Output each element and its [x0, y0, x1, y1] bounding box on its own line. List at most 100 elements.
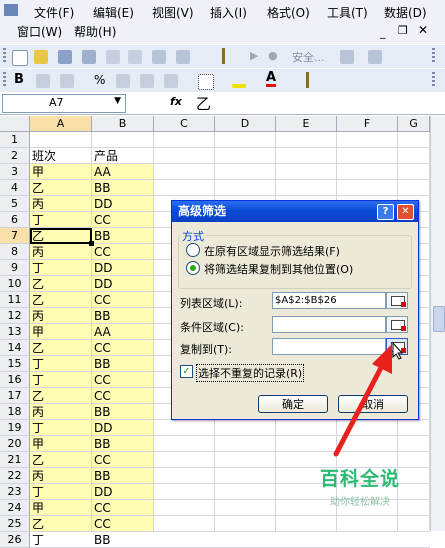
- row-header[interactable]: 3: [0, 164, 30, 180]
- toolbar-grip[interactable]: [3, 48, 6, 64]
- chart-icon[interactable]: [152, 50, 166, 64]
- row-header[interactable]: 23: [0, 484, 30, 500]
- ok-button[interactable]: 确定: [258, 395, 328, 413]
- row-header[interactable]: 22: [0, 468, 30, 484]
- menu-data[interactable]: 数据(D): [384, 4, 427, 21]
- row-header[interactable]: 10: [0, 276, 30, 292]
- row-header[interactable]: 2: [0, 148, 30, 164]
- security-button[interactable]: 安全...: [292, 49, 325, 65]
- toolbar-grip-4[interactable]: [3, 72, 6, 88]
- cell-product[interactable]: BB: [92, 356, 154, 372]
- toolbar-grip-2[interactable]: [222, 48, 225, 64]
- list-range-collapse-button[interactable]: [386, 292, 408, 309]
- row-header[interactable]: 6: [0, 212, 30, 228]
- sort-desc-icon[interactable]: [128, 50, 142, 64]
- tool2-icon[interactable]: [368, 50, 382, 64]
- row-header[interactable]: 13: [0, 324, 30, 340]
- row-header[interactable]: 15: [0, 356, 30, 372]
- row-header[interactable]: 18: [0, 404, 30, 420]
- cell-shift[interactable]: 丁: [30, 532, 92, 548]
- cell-product[interactable]: CC: [92, 500, 154, 516]
- menu-window[interactable]: 窗口(W): [17, 23, 62, 40]
- cell-shift[interactable]: 丙: [30, 308, 92, 324]
- cell-shift[interactable]: 丁: [30, 372, 92, 388]
- vertical-scrollbar[interactable]: [430, 116, 445, 531]
- menu-format[interactable]: 格式(O): [267, 4, 310, 21]
- cell-shift[interactable]: 丙: [30, 244, 92, 260]
- radio-display-in-place[interactable]: [186, 243, 200, 257]
- criteria-range-collapse-button[interactable]: [386, 316, 408, 333]
- bold-icon[interactable]: B: [14, 72, 24, 87]
- cell-product[interactable]: BB: [92, 436, 154, 452]
- borders-icon[interactable]: [198, 74, 214, 90]
- row-header[interactable]: 19: [0, 420, 30, 436]
- cell-shift[interactable]: 丁: [30, 260, 92, 276]
- menu-file[interactable]: 文件(F): [34, 4, 74, 21]
- menu-view[interactable]: 视图(V): [152, 4, 194, 21]
- cell-product[interactable]: CC: [92, 388, 154, 404]
- toolbar-grip-5[interactable]: [306, 72, 309, 88]
- cell-product[interactable]: CC: [92, 340, 154, 356]
- chevron-down-icon[interactable]: ▼: [114, 96, 121, 106]
- cell-shift[interactable]: 丁: [30, 420, 92, 436]
- row-header[interactable]: 26: [0, 532, 30, 548]
- criteria-range-input[interactable]: [272, 316, 386, 333]
- cell-shift[interactable]: 丙: [30, 196, 92, 212]
- save-icon[interactable]: [58, 50, 72, 64]
- tool-icon[interactable]: [340, 50, 354, 64]
- unique-records-checkbox[interactable]: ✓: [180, 365, 193, 378]
- fill-handle[interactable]: [89, 241, 94, 246]
- cell-shift[interactable]: 乙: [30, 292, 92, 308]
- cell-shift[interactable]: 甲: [30, 164, 92, 180]
- column-header-b[interactable]: B: [92, 116, 154, 132]
- option-display-in-place[interactable]: 在原有区域显示筛选结果(F): [204, 243, 340, 259]
- toolbar-grip-6[interactable]: [432, 72, 435, 88]
- cell-product[interactable]: [92, 132, 154, 148]
- close-icon[interactable]: ✕: [418, 23, 428, 37]
- fill-color-icon[interactable]: [232, 74, 246, 88]
- align-center-icon[interactable]: [60, 74, 74, 88]
- menu-tools[interactable]: 工具(T): [327, 4, 368, 21]
- percent-icon[interactable]: %: [94, 73, 105, 87]
- cell-shift[interactable]: 丁: [30, 356, 92, 372]
- cell-shift[interactable]: [30, 132, 92, 148]
- align-left-icon[interactable]: [36, 74, 50, 88]
- cell-shift[interactable]: 乙: [30, 388, 92, 404]
- cell-product[interactable]: BB: [92, 468, 154, 484]
- cell-shift[interactable]: 丙: [30, 404, 92, 420]
- row-header[interactable]: 11: [0, 292, 30, 308]
- fx-label[interactable]: fx: [170, 95, 182, 108]
- row-header[interactable]: 5: [0, 196, 30, 212]
- cell-product[interactable]: BB: [92, 404, 154, 420]
- workbook-icon[interactable]: [4, 4, 18, 16]
- close-icon[interactable]: ✕: [397, 204, 414, 220]
- row-header[interactable]: 24: [0, 500, 30, 516]
- cell-product[interactable]: 产品: [92, 148, 154, 164]
- cell-product[interactable]: CC: [92, 212, 154, 228]
- column-header-a[interactable]: A: [30, 116, 92, 132]
- column-header-c[interactable]: C: [154, 116, 215, 132]
- cell-product[interactable]: CC: [92, 372, 154, 388]
- copy-to-input[interactable]: [272, 338, 386, 355]
- row-header[interactable]: 4: [0, 180, 30, 196]
- print-icon[interactable]: [82, 50, 96, 64]
- cell-shift[interactable]: 甲: [30, 324, 92, 340]
- cell-product[interactable]: DD: [92, 420, 154, 436]
- row-header[interactable]: 14: [0, 340, 30, 356]
- row-header[interactable]: 7: [0, 228, 30, 244]
- new-icon[interactable]: [12, 50, 28, 66]
- open-icon[interactable]: [34, 50, 48, 64]
- column-header-g[interactable]: G: [398, 116, 430, 132]
- cell-shift[interactable]: 乙: [30, 516, 92, 532]
- cell-shift[interactable]: 乙: [30, 180, 92, 196]
- select-all-corner[interactable]: [0, 116, 30, 132]
- cancel-button[interactable]: 取消: [338, 395, 408, 413]
- cell-shift[interactable]: 丙: [30, 468, 92, 484]
- cell-shift[interactable]: 丁: [30, 484, 92, 500]
- drawing-icon[interactable]: [176, 50, 190, 64]
- cell-product[interactable]: DD: [92, 276, 154, 292]
- indent-icon[interactable]: [164, 74, 178, 88]
- cell-shift[interactable]: 丁: [30, 212, 92, 228]
- font-color-icon[interactable]: A: [266, 71, 277, 87]
- cell-product[interactable]: CC: [92, 516, 154, 532]
